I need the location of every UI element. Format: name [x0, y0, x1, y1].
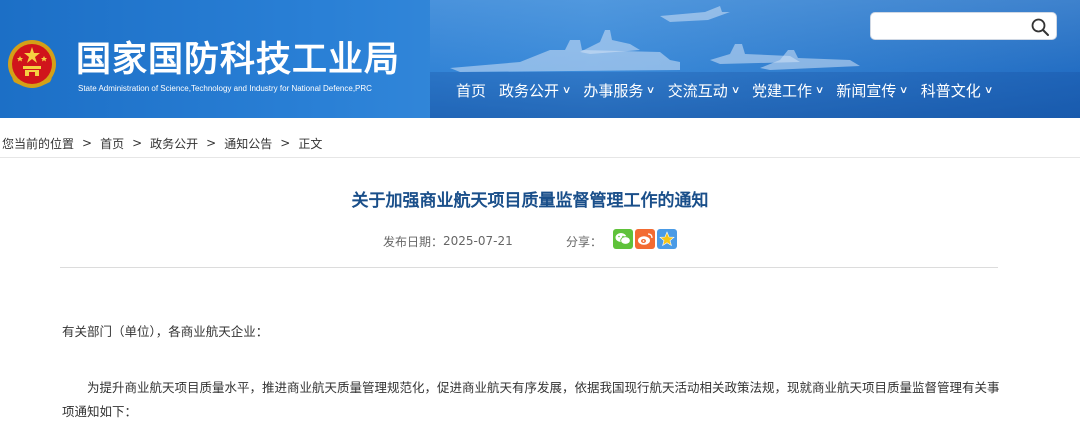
site-title[interactable]: 国家国防科技工业局	[76, 40, 400, 80]
publish-date-label: 发布日期：	[383, 234, 444, 249]
search-input[interactable]	[870, 12, 1057, 40]
chevron-down-icon: ∨	[899, 85, 909, 96]
breadcrumb-item-current: 正文	[298, 136, 323, 151]
breadcrumb-separator: >	[82, 136, 93, 150]
breadcrumb: 您当前的位置 > 首页 > 政务公开 > 通知公告 > 正文	[2, 134, 322, 152]
site-header: 国家国防科技工业局 State Administration of Scienc…	[0, 0, 1080, 118]
share-label: 分享：	[566, 235, 603, 249]
breadcrumb-item-notices[interactable]: 通知公告	[224, 135, 272, 152]
publish-date: 2025-07-21	[443, 234, 513, 248]
main-nav: 首页 政务公开 ∨ 办事服务 ∨ 交流互动 ∨ 党建工作 ∨ 新闻宣传 ∨ 科普文化 ∨	[456, 80, 1005, 102]
breadcrumb-divider	[0, 157, 1080, 158]
chevron-down-icon: ∨	[814, 85, 825, 96]
nav-item-science-culture[interactable]: 科普文化 ∨	[921, 80, 994, 102]
chevron-down-icon: ∨	[730, 85, 741, 96]
wechat-share-icon[interactable]	[613, 229, 633, 249]
breadcrumb-item-home[interactable]: 首页	[100, 135, 124, 152]
qzone-share-icon[interactable]	[657, 229, 677, 249]
national-emblem-icon	[8, 40, 56, 88]
breadcrumb-item-government-affairs[interactable]: 政务公开	[150, 135, 198, 152]
article-salutation: 有关部门（单位），各商业航天企业：	[62, 324, 269, 339]
nav-item-services[interactable]: 办事服务 ∨	[583, 80, 656, 102]
nav-item-news[interactable]: 新闻宣传 ∨	[836, 80, 909, 102]
weibo-share-icon[interactable]	[635, 229, 655, 249]
nav-item-home[interactable]: 首页	[456, 80, 486, 102]
breadcrumb-prefix: 您当前的位置	[2, 136, 75, 151]
breadcrumb-separator: >	[206, 136, 217, 150]
breadcrumb-separator: >	[132, 136, 143, 150]
nav-item-interaction[interactable]: 交流互动 ∨	[668, 80, 741, 102]
site-subtitle: State Administration of Science,Technolo…	[78, 84, 372, 93]
chevron-down-icon: ∨	[561, 85, 572, 96]
breadcrumb-separator: >	[280, 136, 291, 150]
chevron-down-icon: ∨	[646, 85, 656, 96]
article-meta: 发布日期： 2025-07-21	[383, 233, 513, 249]
article-body-paragraph: 为提升商业航天项目质量水平，推进商业航天质量管理规范化，促进商业航天有序发展，依…	[62, 380, 1000, 419]
search-icon[interactable]	[1030, 17, 1050, 37]
article-title: 关于加强商业航天项目质量监督管理工作的通知	[351, 191, 709, 211]
nav-item-party-building[interactable]: 党建工作 ∨	[752, 80, 825, 102]
article-divider	[60, 267, 998, 268]
nav-item-government-affairs[interactable]: 政务公开 ∨	[499, 80, 572, 102]
chevron-down-icon: ∨	[983, 85, 994, 96]
